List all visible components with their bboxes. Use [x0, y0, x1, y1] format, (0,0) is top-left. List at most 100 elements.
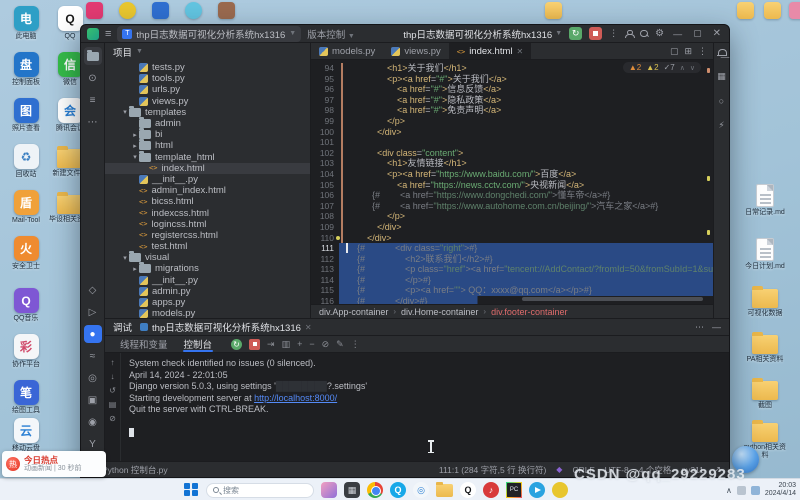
step-out-button[interactable]: −	[309, 339, 314, 349]
run-configuration[interactable]: thp日志数据可视化分析系统hx1316 ▼	[403, 27, 562, 41]
tree-item-registercss-html[interactable]: <>registercss.html	[105, 230, 310, 241]
view-breakpoints-button[interactable]: ▥	[282, 339, 291, 350]
tree-item-bicss-html[interactable]: <>bicss.html	[105, 196, 310, 207]
taskbar-yellow-app-icon[interactable]	[552, 482, 568, 498]
project-panel-header[interactable]: 项目 ▼	[105, 43, 310, 60]
panel-hide-icon[interactable]: —	[712, 322, 721, 333]
desktop-icon-design-app[interactable]: 彩协作平台	[3, 334, 49, 369]
debug-tab-控制台[interactable]: 控制台	[177, 336, 220, 352]
tray-icon[interactable]	[751, 486, 760, 495]
console-tool-icon[interactable]: ↑	[111, 358, 115, 367]
tree-item-admin[interactable]: admin	[105, 118, 310, 129]
code-editor[interactable]: 94 <h1>关于我们</h1>95 <p><a href="#">关于我们</…	[311, 60, 713, 304]
tree-item-tools-py[interactable]: tools.py	[105, 73, 310, 84]
tree-item-html[interactable]: ▸html	[105, 140, 310, 151]
edit-config-button[interactable]: ✎	[336, 339, 344, 350]
tab-models-py[interactable]: models.py	[311, 43, 383, 59]
tree-item-views-py[interactable]: views.py	[105, 96, 310, 107]
editor-line[interactable]: 106 {# <a href="https://www.dongchedi.co…	[311, 190, 713, 201]
desktop-icon-folder-screenshot[interactable]: 截图	[742, 376, 788, 410]
more-button[interactable]: ⋮	[351, 339, 360, 350]
editor-line[interactable]: 114 {# </p>#}	[311, 275, 713, 286]
line-separator[interactable]: CRLF	[572, 465, 594, 475]
console-output[interactable]: System check identified no issues (0 sil…	[121, 353, 729, 463]
tree-item-bi[interactable]: ▸bi	[105, 129, 310, 140]
editor-line[interactable]: 107 {# <a href="https://www.autohome.com…	[311, 201, 713, 212]
taskbar-pycharm-task-icon[interactable]: PC	[506, 482, 522, 498]
ai-assistant-tool-icon[interactable]: ⚡	[718, 120, 724, 131]
todo-tool-icon[interactable]: ◉	[84, 413, 102, 431]
close-icon[interactable]: ✕	[305, 323, 312, 332]
editor-line[interactable]: 97 <a href="#">隐私政策</a>	[311, 95, 713, 106]
tree-item--init-py[interactable]: __init__.py	[105, 174, 310, 185]
desktop-icon-folder-pa[interactable]: PA相关资料	[742, 330, 788, 364]
editor-line[interactable]: 109 </div>	[311, 222, 713, 233]
debug-rerun-button[interactable]: ↻	[569, 27, 582, 40]
inspection-nav-icon[interactable]: ∨	[690, 64, 695, 72]
editor-line[interactable]: 105 <a href="https://news.cctv.com/">央视新…	[311, 180, 713, 191]
close-tab-icon[interactable]: ✕	[517, 47, 524, 56]
resume-button[interactable]: ⇥	[267, 339, 275, 350]
taskbar-dark-app-icon[interactable]: ▦	[344, 482, 360, 498]
tree-item-migrations[interactable]: ▸migrations	[105, 263, 310, 274]
tree-item-index-html[interactable]: <>index.html	[105, 163, 310, 174]
step-over-button[interactable]: +	[297, 339, 302, 349]
editor-line[interactable]: 112 {# <h2>联系我们</h2>#}	[311, 254, 713, 265]
editor-line[interactable]: 115 {# <p><a href=""> QQ：xxxx@qq.com</a>…	[311, 285, 713, 296]
editor-line[interactable]: 101	[311, 137, 713, 148]
taskbar-telegram-icon[interactable]	[529, 482, 545, 498]
rerun-debug-button[interactable]: ↻	[231, 339, 242, 350]
desktop-icon-app-blue[interactable]	[152, 2, 169, 19]
tree-item-template-html[interactable]: ▾template_html	[105, 152, 310, 163]
desktop-icon-mail-tool[interactable]: 盾Mail-Tool	[3, 190, 49, 225]
breadcrumb-div.App-container[interactable]: div.App-container	[319, 307, 388, 317]
minimize-button[interactable]: —	[671, 29, 684, 39]
inspection-nav-icon[interactable]: ∧	[680, 64, 685, 72]
editor-line[interactable]: 100 </div>	[311, 127, 713, 138]
taskbar-paint-app-icon[interactable]	[321, 482, 337, 498]
editor-line[interactable]: 111 {# <div class="right">#}	[311, 243, 713, 254]
terminal-tool-icon[interactable]: ▣	[84, 391, 102, 409]
more-tools-icon[interactable]: ⋯	[84, 113, 102, 131]
tree-item-visual[interactable]: ▾visual	[105, 252, 310, 263]
indent-config[interactable]: 4 个空格	[639, 464, 672, 476]
tree-item-models-py[interactable]: models.py	[105, 308, 310, 318]
editor-line[interactable]: 96 <a href="#">信息反馈</a>	[311, 84, 713, 95]
tree-item-templates[interactable]: ▾templates	[105, 107, 310, 118]
desktop-icon-app-brown[interactable]	[218, 2, 235, 19]
desktop-icon-app-music[interactable]	[119, 2, 136, 19]
tab-views-py[interactable]: views.py	[383, 43, 448, 59]
editor-action-icon[interactable]: ⊞	[684, 46, 692, 57]
taskbar-qq-browser-icon[interactable]: Q	[390, 482, 406, 498]
editor-line[interactable]: 104 <p><a href="https://www.baidu.com/">…	[311, 169, 713, 180]
start-button[interactable]	[184, 483, 199, 498]
desktop-icon-md-plan[interactable]: 今日计划.md	[742, 236, 788, 271]
tree-item-admin-index-html[interactable]: <>admin_index.html	[105, 185, 310, 196]
tree-item-test-html[interactable]: <>test.html	[105, 241, 310, 252]
share-icon[interactable]: ↗	[714, 464, 721, 475]
desktop-icon-control-panel[interactable]: 盘控制面板	[3, 52, 49, 87]
desktop-icon-folder-r1[interactable]	[737, 2, 754, 19]
debug-tab-线程和变量[interactable]: 线程和变量	[113, 336, 175, 352]
desktop-icon-draw-app[interactable]: 笔绘图工具	[3, 380, 49, 415]
services-tool-icon[interactable]: ≈	[84, 347, 102, 365]
notifications-icon[interactable]	[717, 49, 726, 57]
tree-item-apps-py[interactable]: apps.py	[105, 297, 310, 308]
server-link[interactable]: http://localhost:8000/	[254, 393, 337, 403]
desktop-icon-app-circle[interactable]	[185, 2, 202, 19]
console-tool-icon[interactable]: ⊘	[109, 414, 116, 423]
user-account-icon[interactable]	[625, 30, 633, 38]
desktop-icon-qq-music[interactable]: QQQ音乐	[3, 288, 49, 323]
search-everywhere-icon[interactable]	[640, 30, 648, 38]
console-tool-icon[interactable]: ↺	[109, 386, 116, 395]
editor-line[interactable]: 98 <a href="#">免责声明</a>	[311, 105, 713, 116]
browser-sphere-icon[interactable]	[732, 446, 759, 473]
editor-line[interactable]: 113 {# <p class="href"><a href="tencent:…	[311, 264, 713, 275]
taskbar-chrome-icon[interactable]	[367, 482, 383, 498]
commit-tool-icon[interactable]: ⊙	[84, 69, 102, 87]
problems-tool-icon[interactable]: ◇	[84, 281, 102, 299]
editor-line[interactable]: 110 </div>	[311, 233, 713, 244]
interpreter[interactable]: py311	[681, 465, 704, 475]
gradle-tool-icon[interactable]: ○	[719, 96, 724, 106]
desktop-icon-cloud-disk[interactable]: 云移动云盘	[3, 418, 49, 453]
